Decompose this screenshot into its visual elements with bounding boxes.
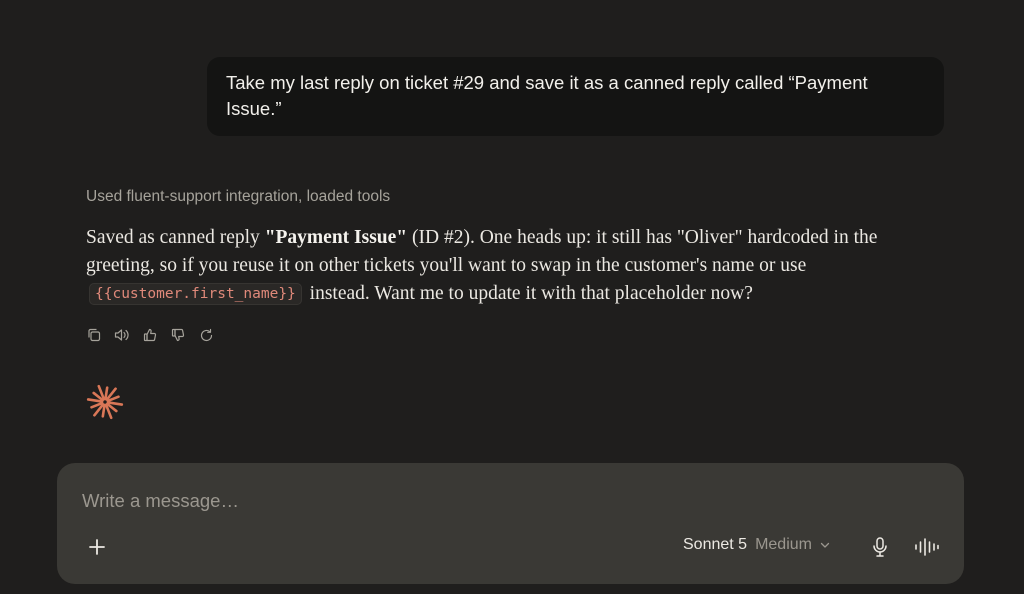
chevron-down-icon [820,542,830,548]
spark-ray [106,401,124,406]
retry-icon [200,328,212,341]
plus-icon[interactable] [87,537,107,557]
speaker-icon [114,329,129,341]
thumbs-down-icon [171,328,185,342]
placeholder-code: {{customer.first_name}} [89,283,302,305]
message-actions [85,326,215,344]
message-input[interactable] [82,487,902,515]
chat-page: Take my last reply on ticket #29 and sav… [0,0,1024,594]
retry-button[interactable] [197,326,215,344]
tool-usage-status[interactable]: Used fluent-support integration, loaded … [86,188,390,206]
assistant-text-part: instead. Want me to update it with that … [304,283,753,304]
canned-reply-name: "Payment Issue" [264,227,408,248]
thumbs-up-icon [143,328,157,342]
voice-mode-icon[interactable] [914,537,940,557]
spark-ray [86,398,104,403]
microphone-icon[interactable] [870,536,890,558]
message-composer: Sonnet 5 Medium [57,463,964,584]
thumbs-up-button[interactable] [141,326,159,344]
claude-spark-icon [86,384,124,420]
model-name: Sonnet 5 [683,536,748,553]
user-message-text: Take my last reply on ticket #29 and sav… [226,72,868,119]
assistant-text-part: Saved as canned reply [86,227,265,248]
thumbs-down-button[interactable] [169,326,187,344]
copy-button[interactable] [85,326,103,344]
spark-ray [101,403,106,418]
model-effort-level: Medium [755,536,812,553]
user-message-bubble: Take my last reply on ticket #29 and sav… [207,57,944,136]
spark-ray [104,386,109,401]
assistant-message: Saved as canned reply "Payment Issue" (I… [86,224,916,309]
copy-icon [88,328,101,342]
read-aloud-button[interactable] [113,326,131,344]
model-selector[interactable]: Sonnet 5 Medium [683,536,830,554]
